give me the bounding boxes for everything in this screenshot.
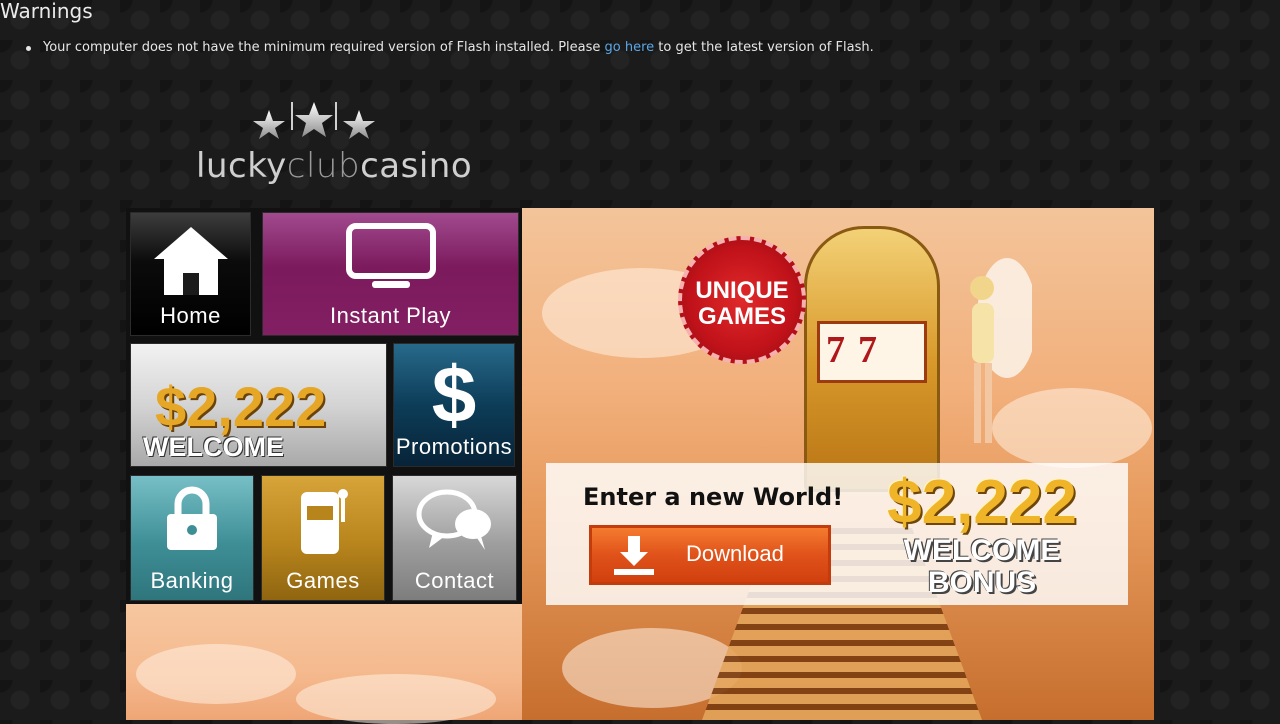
tile-contact[interactable]: Contact [392,475,517,601]
casino-logo[interactable]: luckyclubcasino [192,100,472,188]
speech-bubbles-icon [416,489,491,550]
download-icon [614,536,654,575]
warning-item: Your computer does not have the minimum … [26,40,874,55]
svg-text:$: $ [432,354,477,434]
bullet-icon [26,46,31,51]
warning-text-after: to get the latest version of Flash. [654,40,874,55]
dollar-icon: $ [432,354,477,434]
tile-contact-label: Contact [414,568,495,593]
tile-bonus-amount: $2,222 [155,375,327,438]
warnings-title: Warnings [0,0,93,23]
logo-wordmark: luckyclubcasino [196,146,473,186]
background-clouds-strip [126,604,522,724]
tile-games-label: Games [286,568,360,593]
tile-banking-label: Banking [150,568,234,593]
tile-promotions[interactable]: $ Promotions [393,343,515,467]
bonus-line-bonus: BONUS [927,566,1037,599]
promo-box: Enter a new World! Download $2,222 WELCO… [546,463,1128,605]
tile-welcome-bonus[interactable]: $2,222 WELCOME BONUS [130,343,387,467]
flash-download-link[interactable]: go here [605,40,655,55]
slot-machine-image: 7 7 [804,226,940,492]
angel-figure-image [970,258,1032,443]
slot-reels: 7 7 [817,321,927,383]
lock-icon [167,486,217,550]
tile-banking[interactable]: Banking [130,475,254,601]
warnings-list: Your computer does not have the minimum … [26,40,874,55]
download-button-label: Download [686,541,784,566]
tile-instant-play-label: Instant Play [330,303,451,328]
tile-home-label: Home [160,303,221,328]
tile-home[interactable]: Home [130,212,251,336]
tile-bonus-text: WELCOME BONUS [143,432,284,466]
bonus-line-welcome: WELCOME [903,534,1061,567]
tile-games[interactable]: Games [261,475,385,601]
navigation-tiles: Home Instant Play $2,222 WELCOME BONUS $… [126,208,522,604]
slot-machine-icon [301,489,348,554]
warning-text-before: Your computer does not have the minimum … [43,40,605,55]
download-button[interactable]: Download [589,525,831,585]
promo-headline: Enter a new World! [583,483,844,511]
home-icon [153,227,228,295]
unique-games-badge: UNIQUE GAMES [678,236,806,364]
hero-banner[interactable]: 7 7 UNIQUE GAMES Enter a new World! Downl… [522,208,1154,720]
tile-promotions-label: Promotions [395,434,513,459]
bonus-amount: $2,222 [887,468,1077,537]
monitor-icon [345,223,436,288]
welcome-bonus-graphic: $2,222 WELCOME BONUS [872,471,1092,599]
tile-instant-play[interactable]: Instant Play [262,212,519,336]
star-icon [253,102,375,139]
